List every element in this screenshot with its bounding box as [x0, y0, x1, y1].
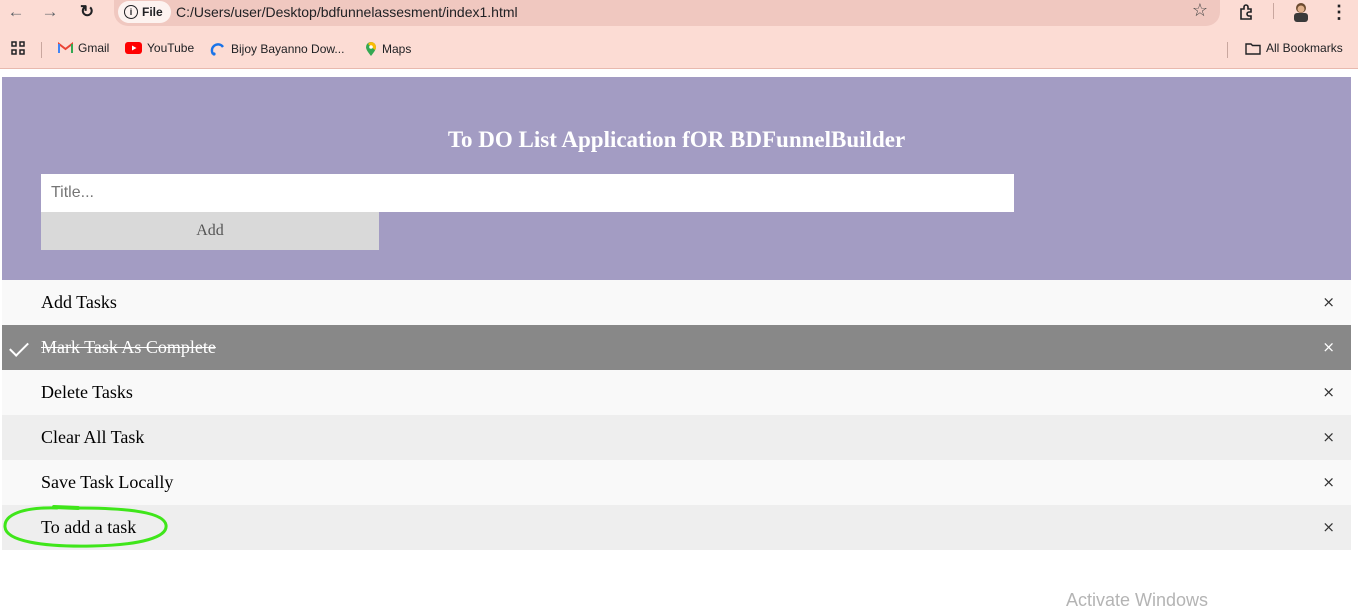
bookmark-label: Maps — [382, 42, 412, 56]
task-item[interactable]: To add a task × — [2, 505, 1351, 550]
close-icon[interactable]: × — [1322, 370, 1335, 415]
close-icon[interactable]: × — [1322, 325, 1335, 370]
task-label: To add a task — [41, 517, 137, 537]
bookmark-gmail[interactable]: Gmail — [58, 41, 109, 55]
task-label: Mark Task As Complete — [41, 337, 216, 357]
task-label: Clear All Task — [41, 427, 145, 447]
windows-activation-watermark: Activate Windows — [1066, 590, 1209, 610]
bookmarks-bar: Gmail YouTube Bijoy Bayanno Dow... Maps … — [0, 34, 1358, 69]
toolbar-divider — [1273, 3, 1274, 19]
task-item[interactable]: Delete Tasks × — [2, 370, 1351, 415]
folder-icon — [1245, 42, 1261, 55]
back-icon[interactable]: ← — [4, 0, 28, 24]
gmail-icon — [58, 42, 73, 53]
task-item[interactable]: Clear All Task × — [2, 415, 1351, 460]
task-list: Add Tasks × Mark Task As Complete × Dele… — [2, 280, 1351, 550]
profile-avatar[interactable] — [1291, 0, 1311, 24]
address-bar[interactable]: i File C:/Users/user/Desktop/bdfunnelass… — [114, 0, 1220, 26]
bookmark-star-icon[interactable]: ☆ — [1192, 0, 1208, 21]
reload-icon[interactable]: ↻ — [75, 0, 99, 24]
bookmark-bijoy[interactable]: Bijoy Bayanno Dow... — [210, 41, 344, 57]
bookmark-label: Bijoy Bayanno Dow... — [231, 42, 345, 56]
bookmark-label: Gmail — [78, 41, 110, 55]
youtube-icon — [125, 42, 142, 54]
close-icon[interactable]: × — [1322, 280, 1335, 325]
maps-icon — [366, 42, 376, 56]
info-icon: i — [124, 5, 138, 19]
task-item-completed[interactable]: Mark Task As Complete × — [2, 325, 1351, 370]
all-bookmarks-button[interactable]: All Bookmarks — [1245, 41, 1343, 55]
add-button[interactable]: Add — [41, 212, 379, 250]
close-icon[interactable]: × — [1322, 415, 1335, 460]
app-header: To DO List Application fOR BDFunnelBuild… — [2, 77, 1351, 280]
bookmark-label: YouTube — [147, 41, 195, 55]
task-label: Add Tasks — [41, 292, 117, 312]
bijoy-icon — [210, 43, 224, 56]
bookmarks-divider — [1227, 42, 1228, 58]
forward-icon[interactable]: → — [38, 0, 62, 24]
task-label: Save Task Locally — [41, 472, 174, 492]
checkmark-icon — [9, 337, 29, 357]
page-title: To DO List Application fOR BDFunnelBuild… — [447, 127, 906, 152]
bookmarks-divider — [41, 42, 42, 58]
site-chip-label: File — [142, 5, 163, 19]
extensions-icon[interactable] — [1238, 0, 1256, 24]
task-item[interactable]: Add Tasks × — [2, 280, 1351, 325]
bookmark-maps[interactable]: Maps — [365, 41, 411, 57]
site-info-chip[interactable]: i File — [118, 1, 171, 23]
menu-kebab-icon[interactable]: ⋮ — [1330, 0, 1348, 24]
task-item[interactable]: Save Task Locally × — [2, 460, 1351, 505]
all-bookmarks-label: All Bookmarks — [1266, 41, 1343, 55]
url-text[interactable]: C:/Users/user/Desktop/bdfunnelassesment/… — [176, 4, 518, 20]
apps-grid-icon[interactable] — [11, 41, 25, 55]
close-icon[interactable]: × — [1322, 505, 1335, 550]
close-icon[interactable]: × — [1322, 460, 1335, 505]
browser-toolbar: ← → ↻ i File C:/Users/user/Desktop/bdfun… — [0, 0, 1358, 34]
title-input[interactable] — [41, 174, 1014, 212]
task-label: Delete Tasks — [41, 382, 133, 402]
bookmark-youtube[interactable]: YouTube — [125, 41, 194, 55]
